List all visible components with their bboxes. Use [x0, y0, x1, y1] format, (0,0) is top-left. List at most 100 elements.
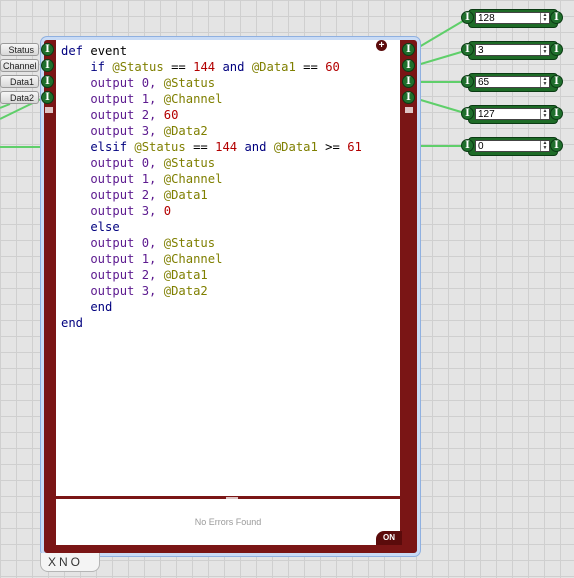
output-grip-icon[interactable] [405, 107, 413, 113]
code-token: 2, [141, 188, 164, 202]
value-field[interactable]: 65 ▲ ▼ [475, 76, 550, 88]
code-token: @Channel [163, 92, 223, 106]
value-text: 3 [478, 45, 484, 56]
wire-out-1 [413, 17, 469, 51]
code-token: output [61, 204, 142, 218]
value-field[interactable]: 127 ▲ ▼ [475, 108, 550, 120]
code-token: 2, [141, 108, 164, 122]
code-line: output 0, @Status [61, 235, 362, 251]
code-text[interactable]: def event if @Status == 144 and @Data1 =… [61, 43, 362, 331]
value-field[interactable]: 0 ▲ ▼ [475, 140, 550, 152]
value-in-port[interactable]: I [461, 107, 474, 120]
code-token: end [61, 300, 113, 314]
code-line: if @Status == 144 and @Data1 == 60 [61, 59, 362, 75]
code-token: 0, [141, 156, 164, 170]
spin-arrows-icon[interactable]: ▲ ▼ [540, 77, 549, 87]
code-line: else [61, 219, 362, 235]
output-port-0[interactable]: I [402, 43, 415, 56]
code-token: 3, [141, 204, 164, 218]
code-token: output [61, 188, 142, 202]
code-token: output [61, 268, 142, 282]
spin-arrows-icon[interactable]: ▲ ▼ [540, 109, 549, 119]
code-token: output [61, 236, 142, 250]
code-token: @Channel [163, 172, 223, 186]
code-token: 0, [141, 236, 164, 250]
code-line: output 3, @Data2 [61, 123, 362, 139]
code-token: 2, [141, 268, 164, 282]
code-token: @Data1 [163, 188, 208, 202]
add-icon[interactable]: + [376, 40, 387, 51]
code-token: == [295, 60, 326, 74]
output-port-3[interactable]: I [402, 91, 415, 104]
code-token: 0, [141, 76, 164, 90]
input-port-status[interactable]: I [41, 43, 54, 56]
output-port-1[interactable]: I [402, 59, 415, 72]
code-line: output 1, @Channel [61, 171, 362, 187]
code-token: == [185, 140, 216, 154]
value-in-port[interactable]: I [461, 139, 474, 152]
code-token: output [61, 76, 142, 90]
wire-out-4 [413, 97, 469, 115]
value-out-port[interactable]: I [550, 43, 563, 56]
output-value-box-1: I 128 ▲ ▼ I [461, 9, 563, 28]
code-token: @Data1 [251, 60, 296, 74]
spin-arrows-icon[interactable]: ▲ ▼ [540, 45, 549, 55]
output-value-box-4: I 127 ▲ ▼ I [461, 105, 563, 124]
code-token: end [61, 316, 84, 330]
input-port-data1[interactable]: I [41, 75, 54, 88]
code-token: 61 [347, 140, 362, 154]
code-line: end [61, 315, 362, 331]
code-token: 3, [141, 284, 164, 298]
code-line: output 2, 60 [61, 107, 362, 123]
input-label-data1: Data1 [0, 75, 39, 88]
code-token: @Status [163, 236, 216, 250]
code-token: and [215, 60, 252, 74]
output-port-2[interactable]: I [402, 75, 415, 88]
wire-out-2 [413, 49, 469, 67]
code-line: def event [61, 43, 362, 59]
value-out-port[interactable]: I [550, 139, 563, 152]
value-text: 65 [478, 77, 490, 88]
code-line: output 3, 0 [61, 203, 362, 219]
code-token: @Data2 [163, 124, 208, 138]
input-port-channel[interactable]: I [41, 59, 54, 72]
code-token: @Data2 [163, 284, 208, 298]
code-token: output [61, 172, 142, 186]
input-grip-icon[interactable] [45, 107, 53, 113]
code-token: output [61, 284, 142, 298]
spin-arrows-icon[interactable]: ▲ ▼ [540, 141, 549, 151]
code-token: 144 [215, 140, 238, 154]
value-text: 0 [478, 141, 484, 152]
code-editor[interactable]: def event if @Status == 144 and @Data1 =… [56, 40, 400, 496]
value-field[interactable]: 128 ▲ ▼ [475, 12, 550, 24]
error-status: No Errors Found [56, 499, 400, 545]
code-token: @Data1 [163, 268, 208, 282]
value-field[interactable]: 3 ▲ ▼ [475, 44, 550, 56]
value-out-port[interactable]: I [550, 107, 563, 120]
value-out-port[interactable]: I [550, 11, 563, 24]
value-out-port[interactable]: I [550, 75, 563, 88]
code-token: @Status [112, 60, 164, 74]
value-in-port[interactable]: I [461, 11, 474, 24]
value-in-port[interactable]: I [461, 75, 474, 88]
value-in-port[interactable]: I [461, 43, 474, 56]
input-label-channel: Channel [0, 59, 39, 72]
code-token: 60 [163, 108, 179, 122]
value-text: 127 [478, 109, 495, 120]
code-line: output 0, @Status [61, 155, 362, 171]
spin-arrows-icon[interactable]: ▲ ▼ [540, 13, 549, 23]
code-line: elsif @Status == 144 and @Data1 >= 61 [61, 139, 362, 155]
block-tabs[interactable]: XNO [40, 553, 100, 572]
on-toggle-button[interactable]: ON [376, 531, 402, 545]
code-line: output 1, @Channel [61, 251, 362, 267]
output-value-box-2: I 3 ▲ ▼ I [461, 41, 563, 60]
input-port-data2[interactable]: I [41, 91, 54, 104]
code-line: output 2, @Data1 [61, 187, 362, 203]
code-line: output 1, @Channel [61, 91, 362, 107]
code-token: @Status [163, 76, 216, 90]
code-line: output 2, @Data1 [61, 267, 362, 283]
code-token: output [61, 92, 142, 106]
output-value-box-5: I 0 ▲ ▼ I [461, 137, 563, 156]
code-token: def [61, 44, 91, 58]
code-token: output [61, 108, 142, 122]
